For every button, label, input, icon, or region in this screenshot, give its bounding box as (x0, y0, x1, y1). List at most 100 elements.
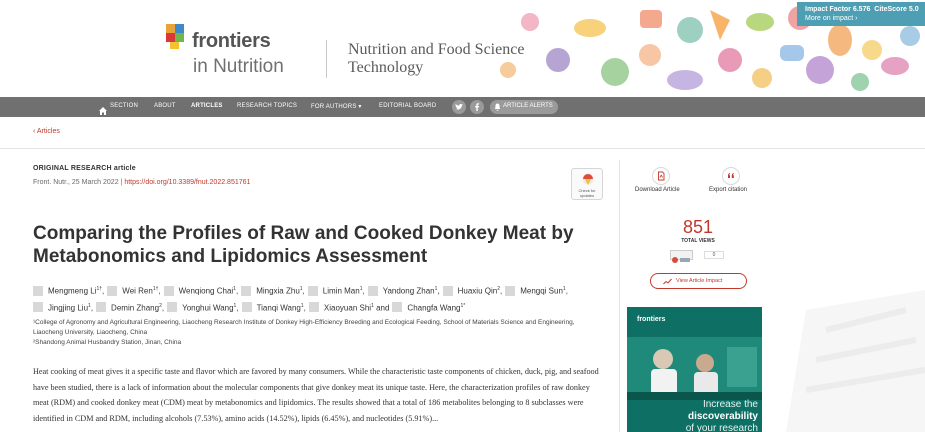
author-name: Wenqiong Chai (178, 286, 234, 296)
author[interactable]: Jingjing Liu1, (33, 299, 93, 316)
author-name: Limin Man (322, 286, 360, 296)
sidebar-divider (619, 160, 620, 432)
article-type: ORIGINAL RESEARCH article (33, 165, 136, 172)
author-name: Demin Zhang (111, 303, 160, 313)
author[interactable]: Yonghui Wang1, (167, 299, 239, 316)
affiliation-2: ²Shandong Animal Husbandry Station, Jina… (33, 339, 182, 346)
header-divider (326, 40, 327, 78)
author-avatar-icon (442, 285, 453, 296)
altmetric-badge[interactable] (670, 250, 693, 263)
citescore: CiteScore 5.0 (874, 6, 919, 13)
author-avatar-icon (241, 285, 252, 296)
affiliation-1: ¹College of Agronomy and Agricultural En… (33, 319, 575, 336)
quote-icon (728, 173, 734, 178)
ad-headline-line2: discoverability (687, 411, 758, 422)
view-article-impact-label: View Article Impact (676, 278, 723, 284)
author-avatar-icon (163, 285, 174, 296)
facebook-icon[interactable] (470, 100, 484, 114)
author-avatar-icon (107, 285, 118, 296)
check-for-updates-badge[interactable]: Check for updates (571, 168, 603, 200)
ad-headline-line3: of your research (685, 423, 758, 432)
author[interactable]: Mengqi Sun1, (505, 282, 568, 299)
author[interactable]: Mengmeng Li1†, (33, 282, 104, 299)
author-separator: , (90, 303, 94, 313)
home-icon[interactable] (99, 102, 107, 115)
author-separator: , (102, 286, 105, 296)
author-avatar-icon (167, 302, 178, 313)
author-separator: , (158, 286, 161, 296)
article-alerts-button[interactable]: ARTICLE ALERTS (490, 100, 558, 114)
site-header: frontiers in Nutrition Nutrition and Foo… (0, 0, 925, 97)
author-name: Wei Ren (122, 286, 153, 296)
breadcrumb-articles-link[interactable]: ‹ Articles (33, 128, 60, 135)
total-views-count: 851 (682, 217, 714, 237)
author-separator: and (373, 303, 390, 313)
author[interactable]: Changfa Wang1* (392, 299, 465, 316)
nav-about[interactable]: ABOUT (154, 103, 176, 109)
nav-editorial-board[interactable]: EDITORIAL BOARD (379, 103, 436, 109)
download-article-button[interactable] (652, 167, 670, 185)
logo-wordmark: frontiers (192, 30, 271, 52)
article-abstract: Heat cooking of meat gives it a specific… (33, 367, 599, 423)
trend-chart-icon (663, 278, 672, 285)
article-title: Comparing the Profiles of Raw and Cooked… (33, 223, 574, 267)
journal-title-line1: Nutrition and Food Science (348, 41, 525, 58)
author[interactable]: Wei Ren1†, (107, 282, 161, 299)
author-name: Mingxia Zhu (256, 286, 300, 296)
author-separator: , (235, 286, 239, 296)
breadcrumb-divider (0, 148, 925, 149)
author-avatar-icon (308, 302, 319, 313)
author-name: Tianqi Wang (256, 303, 301, 313)
ad-brand-logo: frontiers (637, 316, 666, 323)
author-affiliation-mark: 1* (460, 302, 466, 309)
impact-factor-badge[interactable]: Impact Factor 6.576 CiteScore 5.0 More o… (797, 2, 925, 26)
author[interactable]: Limin Man1, (307, 282, 365, 299)
article-citation: Front. Nutr., 25 March 2022 | https://do… (33, 179, 250, 186)
frontiers-logo-icon (166, 24, 184, 49)
author-avatar-icon (505, 285, 516, 296)
author-separator: , (362, 286, 365, 296)
author[interactable]: Xiaoyuan Shi1 and (308, 299, 390, 316)
nav-research-topics[interactable]: RESEARCH TOPICS (237, 103, 297, 109)
altmetric-icon (672, 257, 690, 263)
author-avatar-icon (392, 302, 403, 313)
nav-for-authors[interactable]: FOR AUTHORS ▾ (311, 103, 362, 110)
journal-section-name: in Nutrition (193, 56, 284, 77)
author[interactable]: Yandong Zhan1, (367, 282, 440, 299)
article-alerts-label: ARTICLE ALERTS (503, 103, 553, 109)
author-separator: , (161, 303, 165, 313)
author-separator: , (437, 286, 440, 296)
export-citation-button[interactable] (722, 167, 740, 185)
pdf-icon (658, 171, 665, 181)
altmetric-count: 0 (704, 251, 724, 259)
doi-link[interactable]: https://doi.org/10.3389/fnut.2022.851761 (124, 179, 250, 186)
author-avatar-icon (33, 302, 43, 313)
author-name: Huaxiu Qin (457, 286, 498, 296)
author[interactable]: Wenqiong Chai1, (163, 282, 239, 299)
citation-journal-date: Front. Nutr., 25 March 2022 | (33, 179, 123, 186)
main-nav: SECTION ABOUT ARTICLES RESEARCH TOPICS F… (0, 97, 925, 117)
total-views-label: TOTAL VIEWS (681, 238, 715, 244)
author-separator: , (236, 303, 239, 313)
more-on-impact-link[interactable]: More on impact › (805, 14, 925, 23)
author[interactable]: Mingxia Zhu1, (241, 282, 305, 299)
author-name: Jingjing Liu (48, 303, 89, 313)
author[interactable]: Tianqi Wang1, (241, 299, 306, 316)
export-citation-label[interactable]: Export citation (709, 187, 747, 193)
author[interactable]: Demin Zhang2, (96, 299, 164, 316)
author[interactable]: Huaxiu Qin2, (442, 282, 503, 299)
author-separator: , (499, 286, 503, 296)
author-separator: , (565, 286, 568, 296)
crossmark-icon (582, 173, 594, 185)
download-article-label[interactable]: Download Article (635, 187, 680, 193)
nav-section[interactable]: SECTION (110, 103, 138, 109)
frontiers-advertisement[interactable]: frontiers Increase the discoverability o… (627, 307, 762, 432)
nav-articles[interactable]: ARTICLES (191, 103, 223, 109)
view-article-impact-button[interactable]: View Article Impact (650, 273, 747, 289)
author-avatar-icon (367, 285, 378, 296)
author-name: Yonghui Wang (182, 303, 234, 313)
twitter-icon[interactable] (452, 100, 466, 114)
ad-headline-line1: Increase the (702, 399, 758, 410)
author-name: Mengmeng Li (48, 286, 97, 296)
author-name: Yandong Zhan (382, 286, 435, 296)
